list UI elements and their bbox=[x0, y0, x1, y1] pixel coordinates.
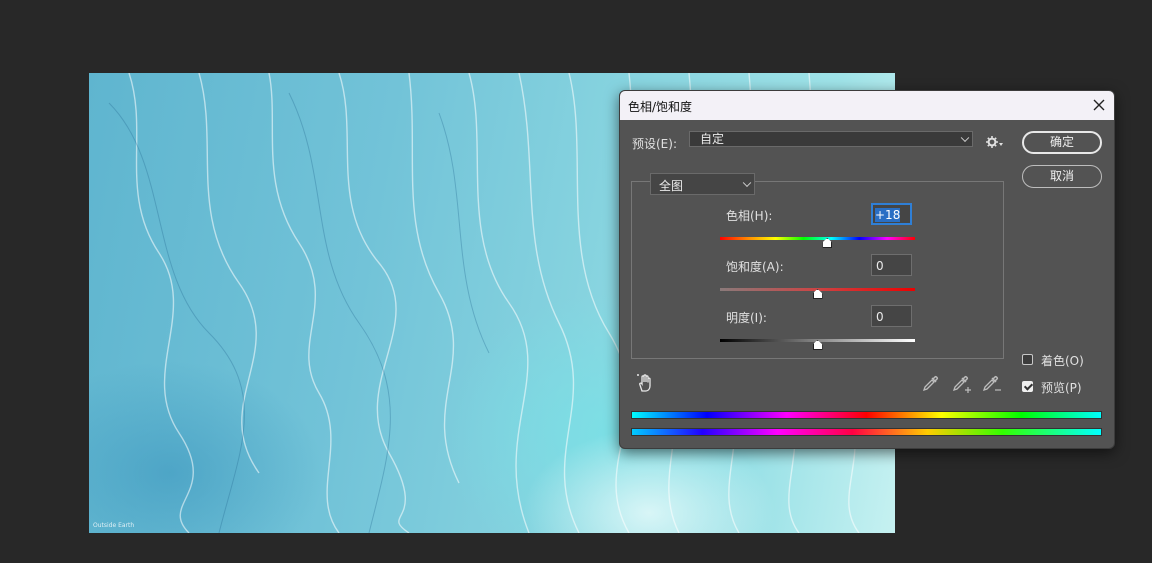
eyedropper-icon bbox=[922, 376, 938, 392]
output-color-spectrum bbox=[631, 428, 1102, 436]
channel-select[interactable]: 全图 bbox=[650, 173, 755, 195]
hue-label: 色相(H): bbox=[726, 209, 773, 223]
preview-label: 预览(P) bbox=[1041, 381, 1082, 395]
canvas-watermark: Outside Earth bbox=[93, 522, 135, 529]
channel-value: 全图 bbox=[659, 179, 684, 193]
hue-saturation-dialog: 色相/饱和度 预设(E): 自定 确定 取消 全图 色相(H): +18 饱和度… bbox=[619, 90, 1115, 449]
preset-options-button[interactable] bbox=[986, 135, 1004, 152]
gear-icon bbox=[986, 136, 1003, 148]
preset-value: 自定 bbox=[700, 132, 725, 146]
saturation-value: 0 bbox=[876, 259, 884, 273]
preset-select[interactable]: 自定 bbox=[689, 131, 973, 147]
preview-checkbox[interactable] bbox=[1022, 381, 1033, 392]
chevron-down-icon bbox=[742, 178, 752, 188]
chevron-down-icon bbox=[960, 133, 970, 143]
dialog-titlebar[interactable]: 色相/饱和度 bbox=[620, 91, 1114, 120]
eyedropper-subtract-tool[interactable] bbox=[982, 374, 1002, 397]
adjustment-group bbox=[631, 181, 1004, 359]
saturation-label: 饱和度(A): bbox=[726, 260, 784, 274]
targeted-adjustment-tool[interactable] bbox=[636, 373, 654, 396]
hue-input[interactable]: +18 bbox=[871, 203, 912, 225]
colorize-checkbox[interactable] bbox=[1022, 354, 1033, 365]
hue-slider-track[interactable] bbox=[720, 237, 915, 240]
dialog-title: 色相/饱和度 bbox=[628, 100, 693, 114]
lightness-input[interactable]: 0 bbox=[871, 305, 912, 327]
eyedropper-add-tool[interactable] bbox=[952, 374, 972, 397]
input-color-spectrum bbox=[631, 411, 1102, 419]
ok-button[interactable]: 确定 bbox=[1022, 131, 1102, 154]
saturation-input[interactable]: 0 bbox=[871, 254, 912, 276]
close-button[interactable] bbox=[1090, 96, 1108, 114]
lightness-value: 0 bbox=[876, 310, 884, 324]
eyedropper-tool[interactable] bbox=[922, 374, 940, 395]
eyedropper-plus-icon bbox=[952, 376, 971, 393]
colorize-label: 着色(O) bbox=[1041, 354, 1084, 368]
preset-label: 预设(E): bbox=[632, 137, 677, 151]
eyedropper-minus-icon bbox=[982, 376, 1001, 392]
targeted-adjustment-hand-icon bbox=[637, 374, 651, 392]
hue-value: +18 bbox=[875, 208, 901, 222]
lightness-label: 明度(I): bbox=[726, 311, 767, 325]
cancel-button[interactable]: 取消 bbox=[1022, 165, 1102, 188]
close-icon bbox=[1093, 99, 1105, 111]
